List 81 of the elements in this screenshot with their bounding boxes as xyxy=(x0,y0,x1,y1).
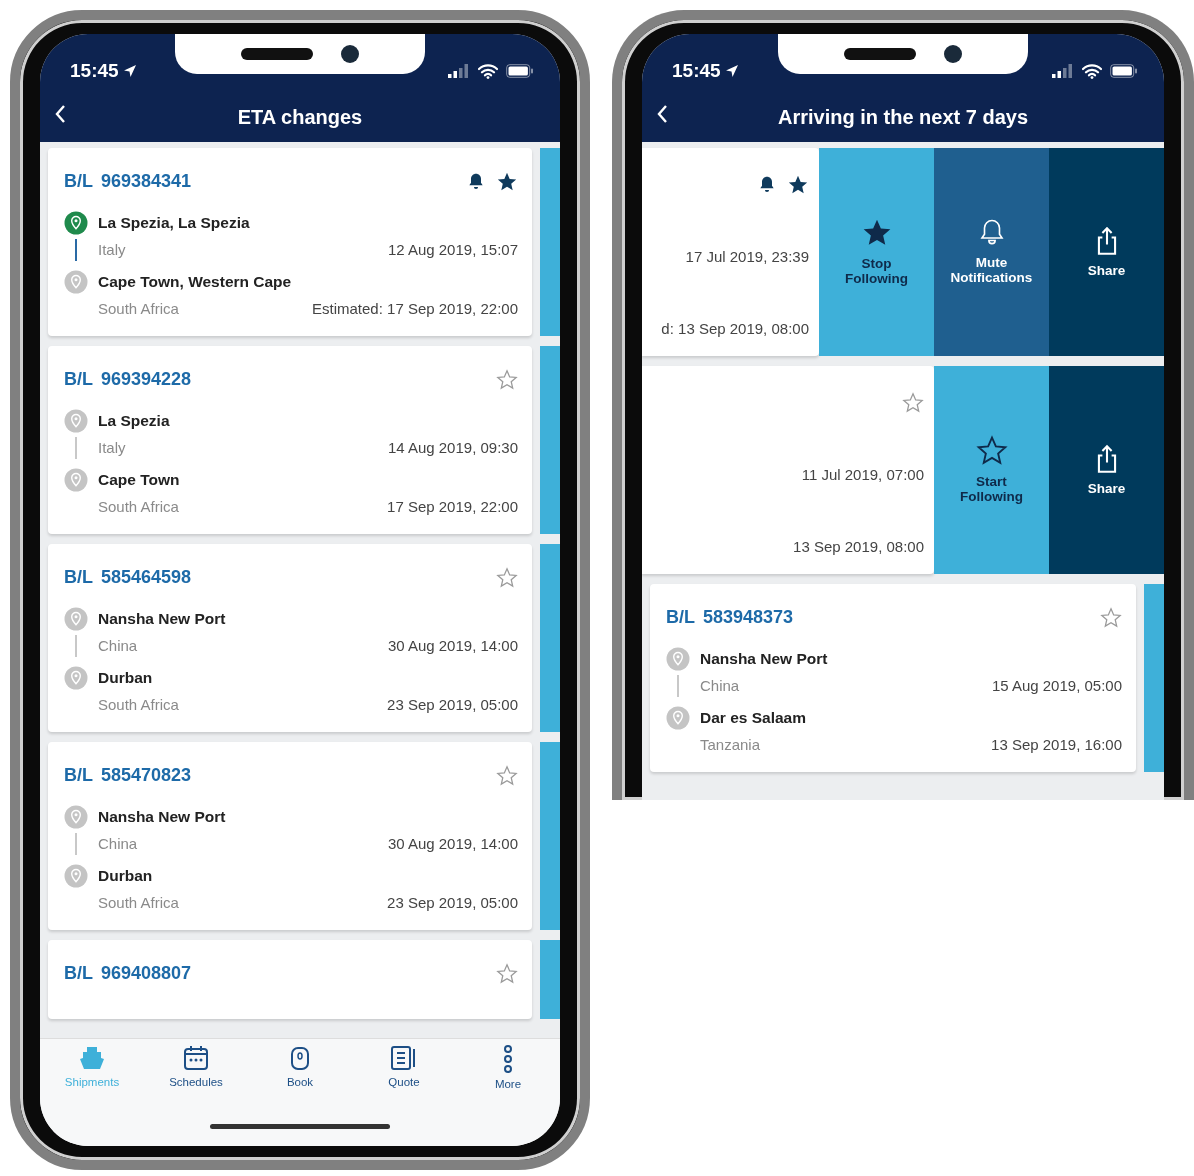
tab-bar-item[interactable]: Schedules xyxy=(156,1045,236,1106)
bl-number: 969408807 xyxy=(101,963,192,983)
bl-label: B/L xyxy=(64,369,93,389)
ship-icon xyxy=(78,1045,106,1071)
swipe-action-button[interactable]: Share xyxy=(1049,148,1164,356)
date-time: 23 Sep 2019, 05:00 xyxy=(387,892,518,913)
bl-label: B/L xyxy=(64,765,93,785)
date-time: 14 Aug 2019, 09:30 xyxy=(387,438,518,458)
back-button[interactable] xyxy=(54,104,66,124)
bl-label: B/L xyxy=(64,567,93,587)
shipment-card[interactable]: B/L 969394228 La Spezia Italy 14 Aug 2019, 09:30 Cape Town South Africa 17 Sep 2019, 22:00 xyxy=(48,346,532,534)
date-time: 17 Jul 2019, 23:39 xyxy=(685,246,809,267)
port-name: Nansha New Port xyxy=(98,807,227,828)
screen-title: ETA changes xyxy=(237,105,363,130)
date-time: Estimated: 17 Sep 2019, 22:00 xyxy=(312,298,518,319)
country-name: South Africa xyxy=(98,496,180,517)
country-name: Tanzania xyxy=(700,734,762,755)
country-name: China xyxy=(98,834,139,854)
bl-label: B/L xyxy=(64,963,93,983)
tab-bar-item[interactable]: Quote xyxy=(364,1045,444,1106)
bl-label: B/L xyxy=(666,607,695,627)
bl-number: 969394228 xyxy=(101,369,192,389)
bl-number: 583948373 xyxy=(703,607,794,627)
chevron-left-icon xyxy=(54,104,66,124)
port-name: Durban xyxy=(98,667,154,688)
date-time: 15 Aug 2019, 05:00 xyxy=(991,676,1122,696)
date-time: 12 Aug 2019, 15:07 xyxy=(387,240,518,260)
country-name: China xyxy=(700,676,741,696)
status-time: 15:45 xyxy=(672,58,721,83)
country-name: South Africa xyxy=(98,694,180,715)
port-name: La Spezia, La Spezia xyxy=(98,213,251,234)
bl-number: 585470823 xyxy=(101,765,192,785)
shipment-card[interactable]: B/L 969408807 xyxy=(48,940,532,1019)
bl-number: 969384341 xyxy=(101,171,192,191)
status-time: 15:45 xyxy=(70,58,119,83)
country-name: South Africa xyxy=(98,298,180,319)
shipment-card[interactable]: B/L 583948373 Nansha New Port China 15 Aug 2019, 05:00 Dar es Salaam Tanzania 13 Sep 2019, 16:00 xyxy=(650,584,1136,772)
tab-bar-item[interactable]: More xyxy=(468,1045,548,1106)
swipe-action-button[interactable]: Mute Notifications xyxy=(934,148,1049,356)
port-name: Nansha New Port xyxy=(98,609,227,630)
signal-icon xyxy=(448,64,470,78)
swipe-action-button[interactable]: Start Following xyxy=(934,366,1049,574)
back-button[interactable] xyxy=(656,104,668,124)
calendar-icon xyxy=(183,1045,209,1071)
signal-icon xyxy=(1052,64,1074,78)
country-name: Italy xyxy=(98,438,127,458)
battery-icon xyxy=(506,64,534,78)
date-time: 13 Sep 2019, 08:00 xyxy=(793,536,924,557)
bl-label: B/L xyxy=(64,171,93,191)
country-name: Italy xyxy=(98,240,127,260)
shipment-card[interactable]: B/L 585470823 Nansha New Port China 30 Aug 2019, 14:00 Durban South Africa 23 Sep 2019, 05:00 xyxy=(48,742,532,930)
date-time: 30 Aug 2019, 14:00 xyxy=(387,636,518,656)
wifi-icon xyxy=(478,63,498,79)
swipe-action-button[interactable]: Share xyxy=(1049,366,1164,574)
battery-icon xyxy=(1110,64,1138,78)
date-time: 17 Sep 2019, 22:00 xyxy=(387,496,518,517)
port-name: Cape Town xyxy=(98,469,181,490)
port-name: Durban xyxy=(98,865,154,886)
more-icon xyxy=(502,1045,514,1073)
date-time: 11 Jul 2019, 07:00 xyxy=(801,464,924,485)
port-name: La Spezia xyxy=(98,411,171,432)
port-name: Cape Town, Western Cape xyxy=(98,271,293,292)
tab-bar-item[interactable]: Book xyxy=(260,1045,340,1106)
port-name: Dar es Salaam xyxy=(700,707,807,728)
shipment-card[interactable]: B/L 969384341 La Spezia, La Spezia Italy 12 Aug 2019, 15:07 Cape Town, Western Cape South Africa Estimated: 17 Sep 2019, 22:00 xyxy=(48,148,532,336)
country-name: China xyxy=(98,636,139,656)
date-time: 23 Sep 2019, 05:00 xyxy=(387,694,518,715)
wifi-icon xyxy=(1082,63,1102,79)
swipe-action-button[interactable]: Stop Following xyxy=(819,148,934,356)
shipment-card[interactable]: B/L 585464598 Nansha New Port China 30 Aug 2019, 14:00 Durban South Africa 23 Sep 2019, 05:00 xyxy=(48,544,532,732)
date-time: d: 13 Sep 2019, 08:00 xyxy=(661,318,809,339)
document-icon xyxy=(390,1045,418,1071)
date-time: 30 Aug 2019, 14:00 xyxy=(387,834,518,854)
screen-title: Arriving in the next 7 days xyxy=(777,105,1029,130)
country-name: South Africa xyxy=(98,892,180,913)
location-arrow-icon xyxy=(122,64,137,78)
bl-number: 585464598 xyxy=(101,567,192,587)
location-arrow-icon xyxy=(724,64,739,78)
chevron-left-icon xyxy=(656,104,668,124)
port-name: Nansha New Port xyxy=(700,649,829,670)
date-time: 13 Sep 2019, 16:00 xyxy=(991,734,1122,755)
